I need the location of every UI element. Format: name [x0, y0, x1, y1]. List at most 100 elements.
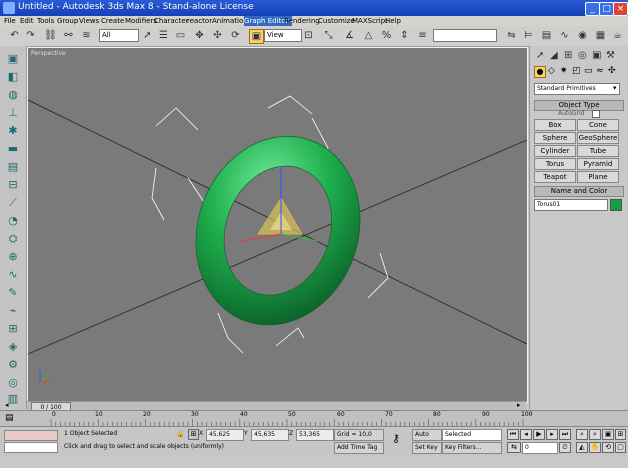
maxscript-listener-mini[interactable] [4, 430, 58, 441]
select-by-name-icon[interactable]: ☰ [157, 29, 170, 42]
select-and-manipulate-icon[interactable]: ⤡ [322, 29, 335, 42]
geometry-icon[interactable]: ● [534, 66, 546, 78]
previous-frame-icon[interactable]: ◂ [520, 429, 532, 440]
tool-icon-14[interactable]: ✎ [6, 286, 20, 300]
go-to-end-icon[interactable]: ⏭ [559, 429, 571, 440]
track-bar[interactable]: ▤ 0 10 20 30 40 50 60 70 80 90 100 [0, 410, 628, 427]
select-and-move-icon-2[interactable]: ✣ [211, 29, 224, 42]
redo-icon[interactable]: ↷ [24, 29, 37, 42]
menu-tools[interactable]: Tools [37, 16, 54, 26]
scale-gizmo[interactable] [241, 168, 319, 242]
hierarchy-tab-icon[interactable]: ⊞ [564, 50, 572, 61]
chevron-down-icon[interactable]: ▾ [613, 84, 617, 92]
material-editor-icon[interactable]: ◉ [576, 29, 589, 42]
align-icon[interactable]: ⊨ [522, 29, 535, 42]
space-warps-icon[interactable]: ≈ [596, 66, 604, 76]
mini-curve-editor-icon[interactable]: ▤ [5, 413, 14, 423]
menu-create[interactable]: Create [101, 16, 124, 26]
play-icon[interactable]: ▶ [533, 429, 545, 440]
select-and-scale-icon[interactable]: ▣ [249, 29, 264, 44]
z-coordinate-field[interactable]: 53,365 [296, 429, 334, 441]
key-mode-dropdown[interactable]: Selected [442, 429, 502, 441]
set-key-button[interactable]: Set Key [412, 442, 442, 454]
go-to-start-icon[interactable]: ⏮ [507, 429, 519, 440]
maximize-viewport-icon[interactable]: ▢ [615, 442, 626, 453]
key-mode-toggle-icon[interactable]: ⇆ [507, 442, 521, 453]
teapot-button[interactable]: Teapot [534, 171, 576, 183]
reference-coordinate-dropdown[interactable]: View [264, 29, 302, 42]
select-and-rotate-icon[interactable]: ⟳ [229, 29, 242, 42]
zoom-extents-icon[interactable]: ▣ [602, 429, 614, 440]
menu-views[interactable]: Views [79, 16, 99, 26]
scene-canvas[interactable] [28, 48, 527, 402]
tool-icon-18[interactable]: ⚙ [6, 358, 20, 372]
tool-icon-13[interactable]: ∿ [6, 268, 20, 282]
lights-icon[interactable]: ✷ [560, 66, 568, 76]
selection-filter-dropdown[interactable]: All [99, 29, 139, 42]
tool-icon-3[interactable]: ◍ [6, 88, 20, 102]
systems-icon[interactable]: ✣ [608, 66, 616, 76]
unlink-icon[interactable]: ⚯ [62, 29, 75, 42]
menu-modifiers[interactable]: Modifiers [125, 16, 157, 26]
torus-button[interactable]: Torus [534, 158, 576, 170]
tube-button[interactable]: Tube [577, 145, 619, 157]
app-icon[interactable] [3, 2, 15, 14]
maximize-button[interactable]: □ [599, 2, 614, 16]
field-of-view-icon[interactable]: ◭ [576, 442, 588, 453]
arc-rotate-icon[interactable]: ⟲ [602, 442, 614, 453]
geosphere-button[interactable]: GeoSphere [577, 132, 619, 144]
x-coordinate-field[interactable]: 45,625 [206, 429, 244, 441]
object-name-field[interactable]: Torus01 [534, 199, 608, 211]
utilities-tab-icon[interactable]: ⚒ [606, 50, 615, 61]
prev-frame-icon[interactable]: ◂ [5, 401, 9, 409]
pan-icon[interactable]: ✋ [589, 442, 601, 453]
rectangular-selection-icon[interactable]: ▭ [174, 29, 187, 42]
mirror-icon[interactable]: ⇋ [505, 29, 518, 42]
pyramid-button[interactable]: Pyramid [577, 158, 619, 170]
tool-icon-10[interactable]: ◔ [6, 214, 20, 228]
tool-icon-19[interactable]: ◎ [6, 376, 20, 390]
absolute-mode-icon[interactable]: ⊞ [188, 429, 199, 440]
time-configuration-icon[interactable]: ⏲ [559, 442, 571, 453]
tool-icon-4[interactable]: ⊥ [6, 106, 20, 120]
layer-manager-icon[interactable]: ▤ [540, 29, 553, 42]
snaps-toggle-icon[interactable]: ∡ [343, 29, 356, 42]
curve-editor-icon[interactable]: ∿ [558, 29, 571, 42]
key-filters-button[interactable]: Key Filters... [442, 442, 502, 454]
angle-snap-icon[interactable]: △ [362, 29, 375, 42]
tool-icon-9[interactable]: ⟋ [6, 196, 20, 210]
menu-customize[interactable]: Customize [318, 16, 355, 26]
display-tab-icon[interactable]: ▣ [592, 50, 601, 61]
tool-icon-2[interactable]: ◧ [6, 70, 20, 84]
select-and-move-icon[interactable]: ✥ [193, 29, 206, 42]
key-icon[interactable]: ⚷ [392, 432, 400, 445]
quick-render-icon[interactable]: ☕ [611, 29, 624, 42]
auto-key-button[interactable]: Auto Key [412, 429, 442, 448]
cylinder-button[interactable]: Cylinder [534, 145, 576, 157]
named-selection-sets-icon[interactable]: ≡ [416, 29, 429, 42]
zoom-all-icon[interactable]: ⌕ [589, 429, 601, 440]
current-frame-field[interactable]: 0 [522, 442, 558, 454]
shapes-icon[interactable]: ◇ [548, 66, 555, 76]
plane-button[interactable]: Plane [577, 171, 619, 183]
lock-icon[interactable]: 🔒 [176, 430, 185, 438]
next-frame-icon[interactable]: ▸ [517, 401, 521, 409]
use-pivot-center-icon[interactable]: ⊡ [302, 29, 315, 42]
named-selection-sets-dropdown[interactable] [433, 29, 497, 42]
modify-tab-icon[interactable]: ◢ [550, 50, 558, 61]
tool-icon-16[interactable]: ⊞ [6, 322, 20, 336]
cone-button[interactable]: Cone [577, 119, 619, 131]
menu-reactor[interactable]: reactor [187, 16, 212, 26]
autogrid-checkbox[interactable] [592, 110, 600, 118]
menu-character[interactable]: Character [154, 16, 189, 26]
object-color-swatch[interactable] [610, 199, 622, 211]
menu-maxscript[interactable]: MAXScript [352, 16, 388, 26]
menu-help[interactable]: Help [385, 16, 401, 26]
select-and-link-icon[interactable]: ⛓ [44, 29, 57, 42]
tool-icon-7[interactable]: ▤ [6, 160, 20, 174]
tool-icon-11[interactable]: ⛭ [6, 232, 20, 246]
tool-icon-17[interactable]: ◈ [6, 340, 20, 354]
motion-tab-icon[interactable]: ◎ [578, 50, 587, 61]
create-tab-icon[interactable]: ➚ [536, 50, 544, 61]
zoom-icon[interactable]: ⌕ [576, 429, 588, 440]
